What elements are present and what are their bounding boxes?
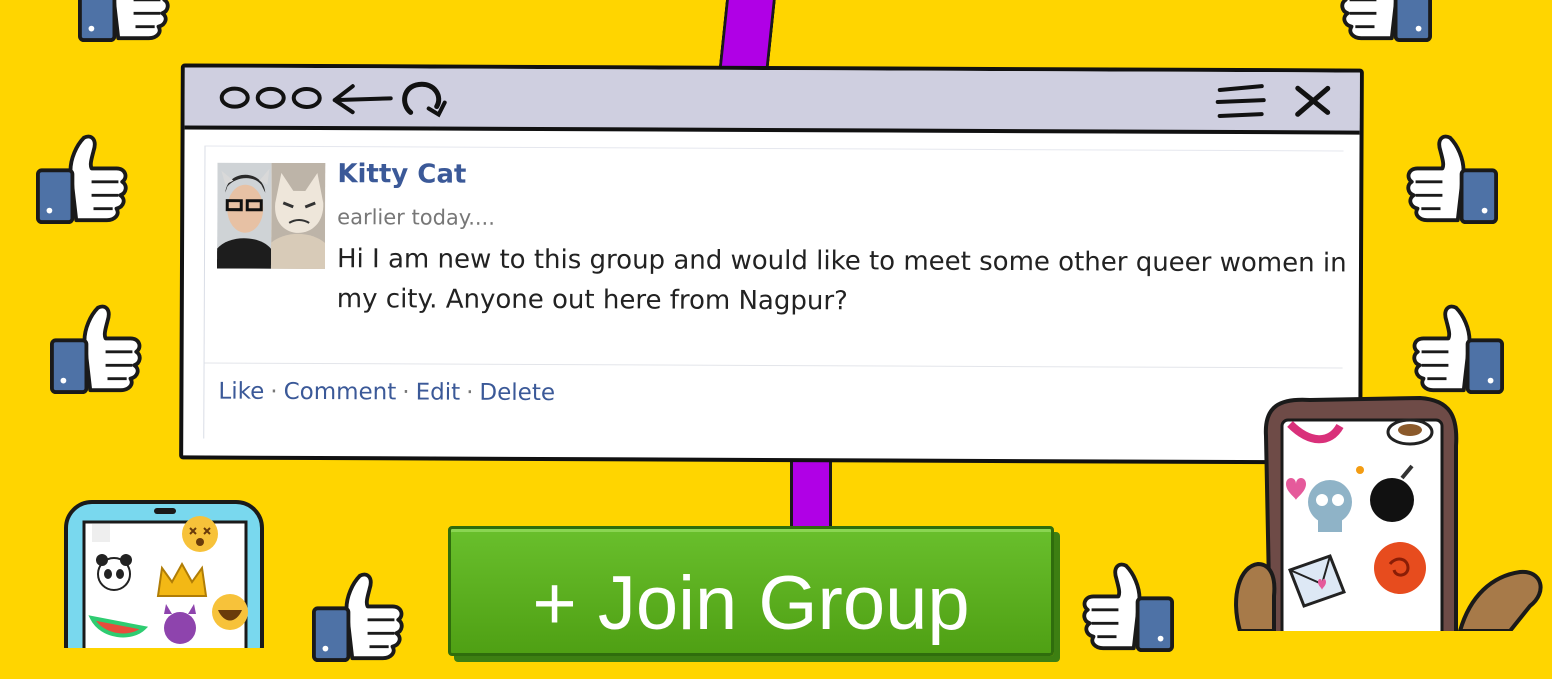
- toolbar-right-icons: [1215, 84, 1331, 118]
- group-post: Kitty Cat earlier today.... Hi I am new …: [203, 145, 1347, 444]
- thumbs-up-icon: [34, 132, 130, 224]
- rose-icon: [1374, 542, 1426, 594]
- back-arrow-icon[interactable]: [332, 84, 393, 115]
- close-icon[interactable]: [1295, 85, 1331, 117]
- browser-toolbar: [184, 67, 1360, 135]
- thumbs-up-icon: [310, 570, 406, 662]
- sticker-phone: [1230, 396, 1552, 631]
- menu-icon[interactable]: [1215, 84, 1266, 118]
- post-message: Hi I am new to this group and would like…: [336, 244, 1347, 317]
- dizzy-face-emoji-icon: [182, 516, 218, 552]
- toolbar-left-icons: [219, 81, 447, 118]
- action-separator: ·: [466, 379, 474, 406]
- thumbs-up-icon: [1080, 560, 1176, 652]
- refresh-icon[interactable]: [402, 81, 447, 118]
- delete-link[interactable]: Delete: [479, 380, 555, 406]
- action-separator: ·: [402, 379, 410, 406]
- thumbs-up-icon: [1410, 302, 1506, 394]
- man-photo: [216, 162, 272, 269]
- action-separator: ·: [270, 378, 278, 405]
- cat-photo: [270, 162, 326, 270]
- post-actions: Like · Comment · Edit · Delete: [218, 379, 555, 406]
- panda-emoji-icon: [96, 554, 132, 591]
- thumbs-up-icon: [76, 0, 172, 42]
- circle-icon[interactable]: [255, 86, 286, 109]
- avatar[interactable]: [216, 162, 326, 270]
- divider: [204, 362, 1343, 369]
- emoji-phone: [62, 488, 272, 648]
- laughing-face-emoji-icon: [212, 594, 248, 630]
- like-link[interactable]: Like: [218, 379, 264, 405]
- thumbs-up-icon: [1338, 0, 1434, 42]
- post-timestamp[interactable]: earlier today....: [337, 205, 495, 230]
- browser-window: Kitty Cat earlier today.... Hi I am new …: [179, 63, 1364, 465]
- thumbs-up-icon: [1404, 132, 1500, 224]
- post-author[interactable]: Kitty Cat: [337, 159, 466, 190]
- coffee-cup-icon: [1386, 418, 1434, 446]
- comment-link[interactable]: Comment: [284, 379, 397, 405]
- thumbs-up-icon: [48, 302, 144, 394]
- edit-link[interactable]: Edit: [416, 379, 461, 405]
- join-group-button[interactable]: + Join Group: [448, 526, 1054, 656]
- circle-icon[interactable]: [291, 86, 322, 109]
- circle-icon[interactable]: [219, 86, 250, 109]
